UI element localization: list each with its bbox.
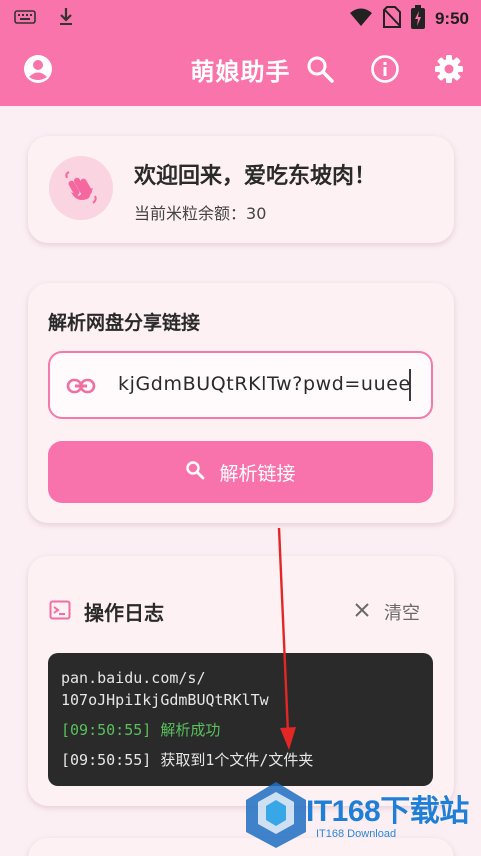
status-time: 9:50 [434,9,469,28]
wifi-icon [349,7,373,31]
keyboard-icon [14,9,36,29]
settings-icon[interactable] [434,54,464,84]
terminal-icon [49,600,71,620]
info-icon[interactable] [370,54,400,84]
app-bar: 萌娘助手 [0,34,481,106]
clear-log-label: 清空 [384,603,420,624]
balance-value: 30 [246,204,267,223]
log-line: 107oJHpiIkjGdmBUQtRKlTw [61,691,269,709]
status-bar: 9:50 [0,0,481,34]
parse-link-button[interactable]: 解析链接 [48,441,433,503]
battery-charging-icon [410,5,425,33]
share-link-input[interactable]: kjGdmBUQtRKlTw?pwd=uuee [48,351,433,419]
log-line: pan.baidu.com/s/ [61,669,206,687]
log-title: 操作日志 [84,601,164,625]
watermark-logo: IT168下载站 IT168 Download [236,760,476,850]
watermark-emblem-icon [246,782,306,848]
text-caret [409,369,411,401]
watermark-subtitle: IT168 Download [316,828,397,840]
welcome-card: 欢迎回来，爱吃东坡肉！ 当前米粒余额：30 [28,136,454,243]
link-icon [66,373,96,399]
close-icon [354,602,370,623]
parse-link-label: 解析链接 [219,462,296,485]
balance-label: 当前米粒余额： [134,204,247,223]
share-link-value: kjGdmBUQtRKlTw?pwd=uuee [118,373,411,395]
welcome-greeting: 欢迎回来，爱吃东坡肉！ [134,164,377,189]
log-line-success: [09:50:55] 解析成功 [61,721,221,739]
waving-hand-icon [49,156,113,220]
search-icon [185,460,205,485]
no-sim-icon [382,6,401,32]
watermark-brand: IT168下载站 [306,795,469,828]
clear-log-button[interactable]: 清空 [354,599,420,625]
app-title: 萌娘助手 [190,58,291,86]
parse-title: 解析网盘分享链接 [48,312,201,334]
download-icon [58,7,74,31]
balance-line: 当前米粒余额：30 [134,200,266,224]
search-icon[interactable] [305,54,335,84]
parse-card: 解析网盘分享链接 kjGdmBUQtRKlTw?pwd=uuee 解析链接 [28,283,454,523]
